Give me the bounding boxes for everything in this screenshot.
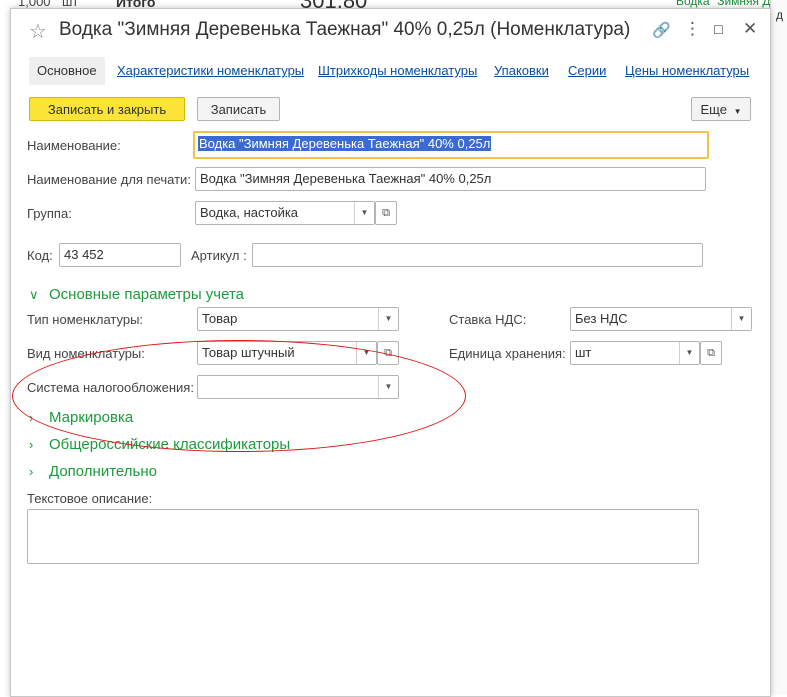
chevron-right-icon: › — [29, 464, 34, 479]
chevron-down-icon: ▼ — [733, 107, 742, 116]
code-label: Код: — [27, 248, 53, 263]
description-label: Текстовое описание: — [27, 491, 153, 506]
chevron-right-icon: › — [29, 437, 34, 452]
vat-select[interactable]: Без НДС ▼ — [570, 307, 752, 331]
description-textarea[interactable] — [27, 509, 699, 564]
unit-value: шт — [575, 345, 592, 360]
window-title: Водка "Зимняя Деревенька Таежная" 40% 0,… — [59, 19, 631, 40]
article-label: Артикул : — [191, 248, 247, 263]
tab-series[interactable]: Серии — [568, 57, 606, 85]
annotation-ellipse — [12, 340, 466, 452]
group-label: Группа: — [27, 206, 72, 221]
more-button[interactable]: Еще ▼ — [691, 97, 751, 121]
print-name-label: Наименование для печати: — [27, 172, 191, 187]
tab-prices[interactable]: Цены номенклатуры — [625, 57, 749, 85]
name-label: Наименование: — [27, 138, 121, 153]
section-additional-label: Дополнительно — [49, 463, 157, 480]
save-button[interactable]: Записать — [197, 97, 280, 121]
type-value: Товар — [202, 311, 238, 326]
chevron-down-icon[interactable]: ▼ — [731, 308, 751, 330]
save-and-close-button[interactable]: Записать и закрыть — [29, 97, 185, 121]
article-input[interactable] — [252, 243, 703, 267]
vat-value: Без НДС — [575, 311, 628, 326]
maximize-icon[interactable]: ☐ — [713, 23, 724, 37]
print-name-value: Водка "Зимняя Деревенька Таежная" 40% 0,… — [200, 171, 492, 186]
favorite-star-icon[interactable]: ☆ — [29, 19, 47, 44]
background-right-column — [770, 0, 787, 695]
code-value: 43 452 — [64, 247, 104, 262]
tab-main[interactable]: Основное — [29, 57, 105, 85]
section-main-params-label: Основные параметры учета — [49, 286, 245, 303]
code-input[interactable]: 43 452 — [59, 243, 181, 267]
more-button-label: Еще — [700, 102, 727, 117]
close-icon[interactable]: ✕ — [743, 19, 757, 39]
vat-label: Ставка НДС: — [449, 312, 527, 327]
group-value: Водка, настойка — [200, 205, 299, 220]
type-select[interactable]: Товар ▼ — [197, 307, 399, 331]
chevron-down-icon[interactable]: ▼ — [679, 342, 699, 364]
name-input-value: Водка "Зимняя Деревенька Таежная" 40% 0,… — [198, 136, 492, 151]
type-label: Тип номенклатуры: — [27, 312, 144, 327]
open-group-icon[interactable]: ⧉ — [375, 201, 397, 225]
name-input[interactable]: Водка "Зимняя Деревенька Таежная" 40% 0,… — [193, 131, 709, 159]
unit-select[interactable]: шт ▼ — [570, 341, 700, 365]
open-unit-icon[interactable]: ⧉ — [700, 341, 722, 365]
title-bar: ☆ Водка "Зимняя Деревенька Таежная" 40% … — [11, 9, 770, 51]
unit-label: Единица хранения: — [449, 346, 566, 361]
more-options-icon[interactable]: ⋮ — [684, 19, 701, 39]
chevron-down-icon[interactable]: ▼ — [354, 202, 374, 224]
group-select[interactable]: Водка, настойка ▼ — [195, 201, 375, 225]
chevron-down-icon[interactable]: ▼ — [378, 308, 398, 330]
link-icon[interactable]: 🔗 — [652, 21, 671, 39]
print-name-input[interactable]: Водка "Зимняя Деревенька Таежная" 40% 0,… — [195, 167, 706, 191]
bg-right-item: Водка "Зимняя Д — [676, 0, 771, 8]
tab-barcodes[interactable]: Штрихкоды номенклатуры — [318, 57, 477, 85]
section-main-params[interactable]: ∨ Основные параметры учета — [29, 286, 244, 303]
tab-characteristics[interactable]: Характеристики номенклатуры — [117, 57, 304, 85]
bg-right-side: д — [776, 8, 784, 22]
section-additional[interactable]: › Дополнительно — [29, 463, 157, 480]
tab-packages[interactable]: Упаковки — [494, 57, 549, 85]
chevron-down-icon: ∨ — [29, 287, 39, 302]
